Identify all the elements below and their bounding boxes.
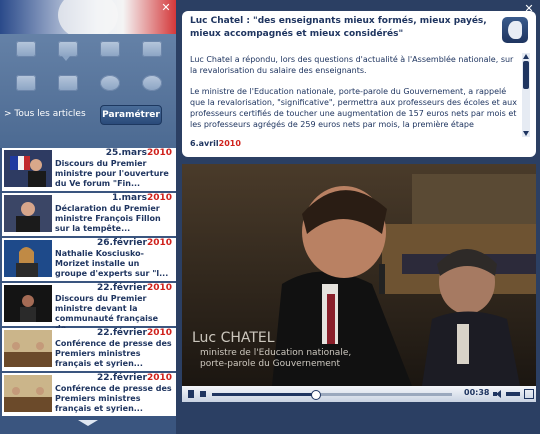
item-date: 26.février2010 <box>97 238 172 248</box>
close-icon[interactable]: ✕ <box>160 2 172 14</box>
folder-icon[interactable] <box>138 38 166 60</box>
scroll-up-icon[interactable] <box>523 54 529 59</box>
thumbnail <box>4 150 52 187</box>
item-date: 1.mars2010 <box>112 193 172 203</box>
documents-icon[interactable] <box>96 38 124 60</box>
scroll-down-icon[interactable] <box>78 420 98 426</box>
article-paragraph: Le ministre de l'Education nationale, po… <box>190 87 517 129</box>
stop-button[interactable] <box>198 389 208 399</box>
category-icons <box>6 36 172 102</box>
scroll-down-icon[interactable] <box>523 131 529 136</box>
item-date: 25.mars2010 <box>105 148 172 158</box>
list-item[interactable]: 25.mars2010 Discours du Premier ministre… <box>2 148 176 193</box>
thumbnail <box>4 195 52 232</box>
list-item[interactable]: 22.février2010 Conférence de presse des … <box>2 373 176 418</box>
all-articles-link[interactable]: > Tous les articles <box>4 109 86 119</box>
thumbnail <box>4 330 52 367</box>
article-paragraph: Luc Chatel a répondu, lors des questions… <box>190 55 514 75</box>
item-title: Discours du Premier ministre pour l'ouve… <box>55 159 169 188</box>
item-title: Déclaration du Premier ministre François… <box>55 204 161 233</box>
settings-button[interactable]: Paramétrer <box>100 105 162 125</box>
article-date: 6.avril2010 <box>190 139 241 148</box>
article-body: Luc Chatel a répondu, lors des questions… <box>190 54 520 142</box>
thumbnail <box>4 285 52 322</box>
sidebar: ✕ > Tous les articles Paramétrer 25.mars… <box>0 0 176 434</box>
caption-role: ministre de l'Education nationale, porte… <box>200 348 351 370</box>
list-item[interactable]: 22.février2010 Conférence de presse des … <box>2 328 176 373</box>
article-scrollbar[interactable] <box>522 53 530 137</box>
volume-icon[interactable] <box>492 389 502 399</box>
item-title: Nathalie Kosciusko-Morizet installe un g… <box>55 249 169 278</box>
item-title: Conférence de presse des Premiers minist… <box>55 339 172 368</box>
pause-button[interactable] <box>186 389 196 399</box>
list-item[interactable]: 26.février2010 Nathalie Kosciusko-Morize… <box>2 238 176 283</box>
item-date: 22.février2010 <box>97 283 172 293</box>
volume-bar[interactable] <box>506 392 520 396</box>
article-panel: Luc Chatel : "des enseignants mieux form… <box>182 11 536 157</box>
progress-knob[interactable] <box>311 390 322 400</box>
comments-icon[interactable] <box>54 38 82 61</box>
article-list: 25.mars2010 Discours du Premier ministre… <box>2 148 176 418</box>
list-item[interactable]: 22.février2010 Discours du Premier minis… <box>2 283 176 333</box>
thumbnail <box>4 240 52 277</box>
item-title: Conférence de presse des Premiers minist… <box>55 384 172 413</box>
video-player[interactable]: Luc CHATEL ministre de l'Education natio… <box>182 164 536 386</box>
video-icon[interactable] <box>54 72 82 94</box>
audio-icon[interactable] <box>138 72 166 94</box>
item-date: 22.février2010 <box>97 328 172 338</box>
caption-name: Luc CHATEL <box>192 330 275 346</box>
grid-icon[interactable] <box>12 72 40 94</box>
caption-role-line: ministre de l'Education nationale, <box>200 348 352 358</box>
camera-icon[interactable] <box>96 72 124 94</box>
article-title: Luc Chatel : "des enseignants mieux form… <box>190 16 487 39</box>
caption-role-line: porte-parole du Gouvernement <box>200 359 341 369</box>
thumbnail <box>4 375 52 412</box>
video-controls: 00:38 <box>182 386 536 402</box>
articles-icon[interactable] <box>12 38 40 60</box>
fullscreen-icon[interactable] <box>524 389 534 399</box>
toolbar-row: > Tous les articles Paramétrer <box>0 103 176 125</box>
list-item[interactable]: 1.mars2010 Déclaration du Premier minist… <box>2 193 176 238</box>
marianne-icon <box>502 17 528 43</box>
item-date: 22.février2010 <box>97 373 172 383</box>
government-logo: ✕ <box>0 0 176 34</box>
time-display: 00:38 <box>464 388 490 397</box>
marianne-logo-icon <box>58 0 118 34</box>
sidebar-header: ✕ > Tous les articles Paramétrer <box>0 0 176 148</box>
scrollbar-thumb[interactable] <box>523 61 529 89</box>
progress-fill <box>212 393 316 396</box>
progress-bar[interactable] <box>212 390 452 400</box>
